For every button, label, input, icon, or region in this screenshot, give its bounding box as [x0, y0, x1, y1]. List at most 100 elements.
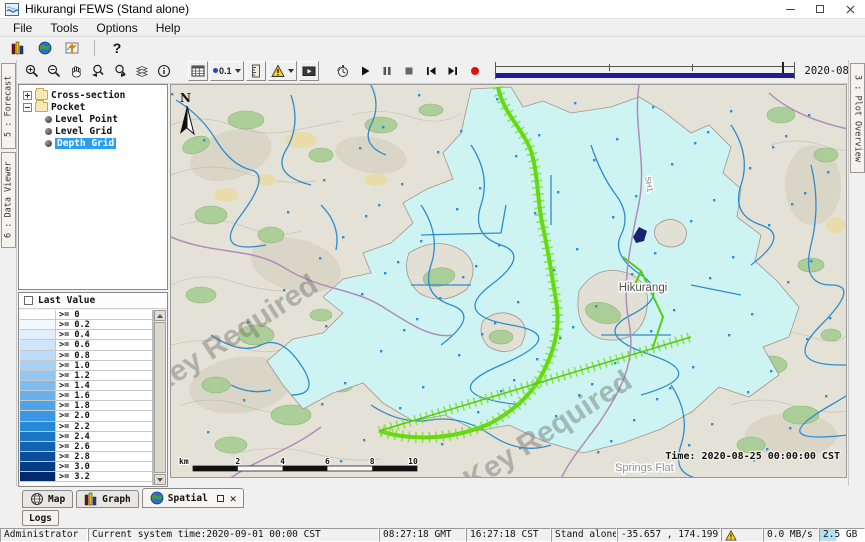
legend-row-label: >= 3.2: [56, 472, 90, 481]
legend-header: Last Value: [19, 293, 167, 309]
tree-item-pocket[interactable]: Pocket: [19, 101, 167, 113]
scale-bar-button[interactable]: [246, 61, 266, 81]
time-availability-bar: [496, 73, 794, 78]
legend-row[interactable]: >= 0.6: [20, 340, 152, 350]
legend-color-swatch: [20, 462, 56, 471]
go-to-end-button[interactable]: [443, 61, 463, 81]
zoom-in-button[interactable]: [22, 61, 42, 81]
import-chart-button[interactable]: [62, 38, 82, 58]
legend-row[interactable]: >= 1.6: [20, 391, 152, 401]
menu-tools[interactable]: Tools: [41, 21, 87, 35]
legend-row[interactable]: >= 2.4: [20, 432, 152, 442]
legend-row-label: >= 1.2: [56, 371, 90, 380]
tree-item-depth-grid[interactable]: Depth Grid: [19, 137, 167, 149]
tab-close-icon[interactable]: ✕: [230, 492, 237, 505]
map-view[interactable]: API Key Required API Key Required Hikura…: [170, 84, 847, 478]
close-button[interactable]: [835, 0, 865, 18]
scroll-down-button[interactable]: [154, 474, 166, 485]
play-icon: [358, 64, 372, 78]
status-warning-cell[interactable]: [721, 528, 763, 542]
minimize-button[interactable]: [775, 0, 805, 18]
pan-button[interactable]: [66, 61, 86, 81]
record-button[interactable]: [465, 61, 485, 81]
zoom-out-button[interactable]: [44, 61, 64, 81]
tab-spatial-label: Spatial: [168, 493, 208, 504]
tab-spatial[interactable]: Spatial ✕: [142, 488, 245, 508]
tab-plot-overview[interactable]: 3 : Plot Overview: [850, 63, 865, 173]
legend-row[interactable]: >= 3.0: [20, 462, 152, 472]
status-bar: Administrator Current system time:2020-0…: [0, 528, 865, 542]
legend-color-swatch: [20, 330, 56, 339]
tab-map[interactable]: Map: [22, 490, 73, 508]
tree-item-label: Depth Grid: [55, 138, 116, 149]
warning-icon: [725, 530, 737, 541]
time-slider[interactable]: [495, 62, 795, 79]
tab-maximize-icon[interactable]: [217, 495, 224, 502]
stopwatch-icon: [336, 64, 350, 78]
legend-row[interactable]: >= 2.8: [20, 452, 152, 462]
legend-row[interactable]: >= 2.2: [20, 422, 152, 432]
tree-item-level-point[interactable]: Level Point: [19, 113, 167, 125]
time-slider-thumb[interactable]: [782, 62, 784, 73]
zoom-next-button[interactable]: [110, 61, 130, 81]
legend-row[interactable]: >= 1.0: [20, 361, 152, 371]
last-value-checkbox[interactable]: [24, 296, 33, 305]
legend-row[interactable]: >= 0.2: [20, 320, 152, 330]
time-slider-tick: [692, 64, 693, 71]
scrollbar-thumb[interactable]: [154, 322, 166, 473]
menu-options[interactable]: Options: [87, 21, 146, 35]
layers-button[interactable]: [132, 61, 152, 81]
stop-button[interactable]: [399, 61, 419, 81]
skip-start-icon: [424, 64, 438, 78]
tree-item-level-grid[interactable]: Level Grid: [19, 125, 167, 137]
menu-file[interactable]: File: [4, 21, 41, 35]
scale-tick-label: 2: [235, 457, 240, 466]
status-memory[interactable]: 2.5 GB: [819, 528, 865, 542]
contour-threshold-dropdown[interactable]: 0.1: [210, 61, 244, 81]
tab-data-viewer[interactable]: 6 : Data Viewer: [1, 152, 16, 248]
play-button[interactable]: [355, 61, 375, 81]
spatial-display-button[interactable]: [35, 38, 55, 58]
legend-row[interactable]: >= 0.8: [20, 351, 152, 361]
legend-row-label: >= 0: [56, 310, 79, 319]
pause-button[interactable]: [377, 61, 397, 81]
tab-graph[interactable]: Graph: [76, 490, 139, 508]
help-button[interactable]: ?: [107, 38, 127, 58]
legend-row[interactable]: >= 0.4: [20, 330, 152, 340]
scale-tick-label: 10: [408, 457, 418, 466]
logs-button[interactable]: Logs: [22, 510, 59, 526]
legend-row[interactable]: >= 3.2: [20, 472, 152, 482]
zoom-previous-button[interactable]: [88, 61, 108, 81]
movie-player-button[interactable]: [299, 61, 319, 81]
maximize-button[interactable]: [805, 0, 835, 18]
legend-scrollbar[interactable]: [153, 310, 166, 485]
expand-icon[interactable]: [23, 91, 32, 100]
menu-bar: File Tools Options Help: [0, 19, 865, 36]
legend-row[interactable]: >= 0: [20, 310, 152, 320]
place-label-springs-flat: Springs Flat: [615, 462, 674, 474]
info-button[interactable]: [154, 61, 174, 81]
map-canvas[interactable]: API Key Required API Key Required Hikura…: [171, 85, 847, 478]
collapse-icon[interactable]: [23, 103, 32, 112]
legend-row[interactable]: >= 1.8: [20, 401, 152, 411]
animation-settings-button[interactable]: [333, 61, 353, 81]
scroll-up-button[interactable]: [154, 310, 166, 321]
tab-forecast[interactable]: 5 : Forecast: [1, 63, 16, 149]
go-to-start-button[interactable]: [421, 61, 441, 81]
time-navigator: 2020-08-25 00:00:00 CST: [495, 62, 865, 79]
legend-row[interactable]: >= 2.0: [20, 411, 152, 421]
help-icon: ?: [113, 40, 122, 56]
grid-display-button[interactable]: [188, 61, 208, 81]
legend-color-swatch: [20, 310, 56, 319]
explorer-button[interactable]: [8, 38, 28, 58]
warning-icon: [271, 64, 285, 78]
menu-help[interactable]: Help: [147, 21, 190, 35]
legend-row-label: >= 0.8: [56, 351, 90, 360]
legend-row[interactable]: >= 1.2: [20, 371, 152, 381]
map-time-label: Time: 2020-08-25 00:00:00 CST: [665, 450, 840, 462]
legend-row[interactable]: >= 2.6: [20, 442, 152, 452]
legend-row[interactable]: >= 1.4: [20, 381, 152, 391]
warning-dropdown[interactable]: [268, 61, 297, 81]
hand-icon: [69, 64, 83, 78]
legend-color-swatch: [20, 401, 56, 410]
